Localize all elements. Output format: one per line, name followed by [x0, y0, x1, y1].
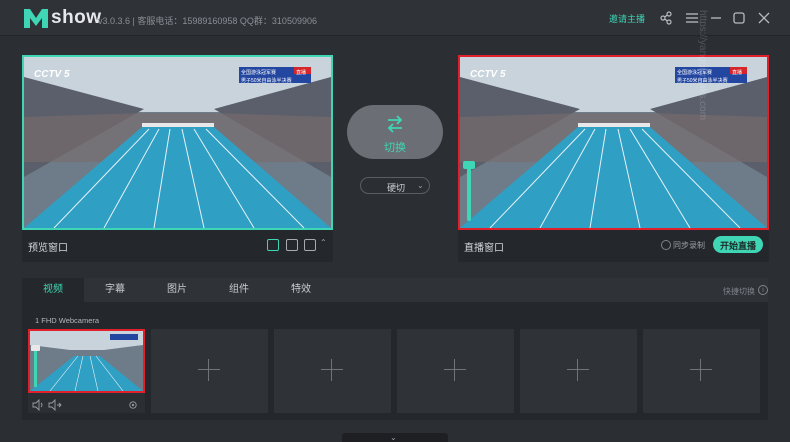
close-icon[interactable]	[756, 10, 772, 26]
watermark-text: https://yangqi.imaks.com	[697, 10, 708, 120]
source-thumbnail[interactable]	[28, 329, 145, 393]
source-slot-1[interactable]	[28, 329, 145, 413]
tab-widget[interactable]: 组件	[208, 278, 270, 302]
scoreboard-line1: 全国游泳冠军赛	[241, 70, 277, 76]
tab-effects[interactable]: 特效	[270, 278, 332, 302]
preview-panel: CCTV 5 全国游泳冠军赛 男子50米自由泳半决赛 直播 预览窗口	[22, 55, 333, 262]
transition-select[interactable]: 硬切 ⌄	[360, 177, 430, 194]
share-icon[interactable]	[658, 10, 674, 26]
channel-logo: CCTV 5	[34, 69, 70, 80]
info-icon[interactable]: i	[758, 285, 768, 295]
title-bar: show v3.0.3.6 | 客服电话：15989160958 QQ群：310…	[0, 0, 790, 36]
source-slot-empty[interactable]	[397, 329, 514, 413]
sync-record-checkbox[interactable]	[661, 240, 671, 250]
source-slot-toolbar	[32, 399, 137, 411]
source-tabs: 视频 字幕 图片 组件 特效 快捷切换 i	[22, 278, 768, 302]
layout-pip-icon[interactable]	[286, 239, 298, 251]
switch-label: 切换	[384, 142, 406, 154]
live-panel: CCTV 5 全国游泳冠军赛 男子50米自由泳半决赛 直播 直播窗口	[458, 55, 769, 262]
live-volume-slider[interactable]	[467, 167, 471, 221]
add-icon	[198, 359, 220, 381]
tab-video[interactable]: 视频	[22, 278, 84, 302]
live-volume-handle[interactable]	[463, 161, 475, 169]
channel-logo: CCTV 5	[470, 69, 506, 80]
live-label: 直播窗口	[464, 243, 504, 254]
app-name: show	[51, 7, 102, 28]
preview-video[interactable]: CCTV 5 全国游泳冠军赛 男子50米自由泳半决赛 直播	[22, 55, 333, 230]
app-logo-icon	[24, 9, 48, 28]
tab-subtitle[interactable]: 字幕	[84, 278, 146, 302]
version-info: v3.0.3.6 | 客服电话：15989160958 QQ群：31050990…	[98, 16, 317, 26]
layout-single-icon[interactable]	[267, 239, 279, 251]
add-icon	[567, 359, 589, 381]
live-video: CCTV 5 全国游泳冠军赛 男子50米自由泳半决赛 直播	[458, 55, 769, 230]
maximize-icon[interactable]	[731, 10, 747, 26]
chevron-up-icon[interactable]: ⌃	[320, 238, 327, 247]
chevron-down-icon: ⌄	[417, 181, 424, 190]
add-icon	[444, 359, 466, 381]
add-icon	[321, 359, 343, 381]
gear-icon	[129, 401, 137, 409]
audio-output-icon	[48, 399, 62, 411]
speaker-icon	[32, 399, 43, 411]
source-area: 视频 字幕 图片 组件 特效 快捷切换 i 1 FHD Webcamera	[22, 278, 768, 420]
watermark: https://yangqi.imaks.com	[697, 10, 708, 120]
start-live-label: 开始直播	[719, 241, 756, 251]
pool-scene-image	[30, 331, 143, 391]
live-badge: 直播	[296, 70, 307, 76]
scoreboard-line2: 男子50米自由泳半决赛	[241, 78, 292, 84]
source-slot-empty[interactable]	[274, 329, 391, 413]
source-volume-slider[interactable]	[34, 347, 37, 387]
layout-toggle-group: ⌃	[267, 238, 333, 253]
invite-streamer-link[interactable]: 邀请主播	[609, 12, 645, 25]
chevron-down-icon: ⌄	[390, 433, 397, 442]
source-slot-empty[interactable]	[151, 329, 268, 413]
expand-panel-handle[interactable]: ⌄	[342, 433, 448, 442]
quick-switch-label[interactable]: 快捷切换	[723, 286, 755, 297]
preview-label: 预览窗口	[28, 243, 68, 254]
swap-icon	[387, 115, 403, 133]
layout-split-icon[interactable]	[304, 239, 316, 251]
source-volume-handle[interactable]	[31, 345, 40, 351]
switch-button[interactable]: 切换	[347, 105, 443, 159]
live-badge: 直播	[732, 70, 743, 76]
start-live-button[interactable]: 开始直播	[713, 236, 763, 253]
source-slot-empty[interactable]	[520, 329, 637, 413]
transition-value: 硬切	[387, 183, 406, 193]
source-title: 1 FHD Webcamera	[35, 316, 100, 325]
tab-image[interactable]: 图片	[146, 278, 208, 302]
